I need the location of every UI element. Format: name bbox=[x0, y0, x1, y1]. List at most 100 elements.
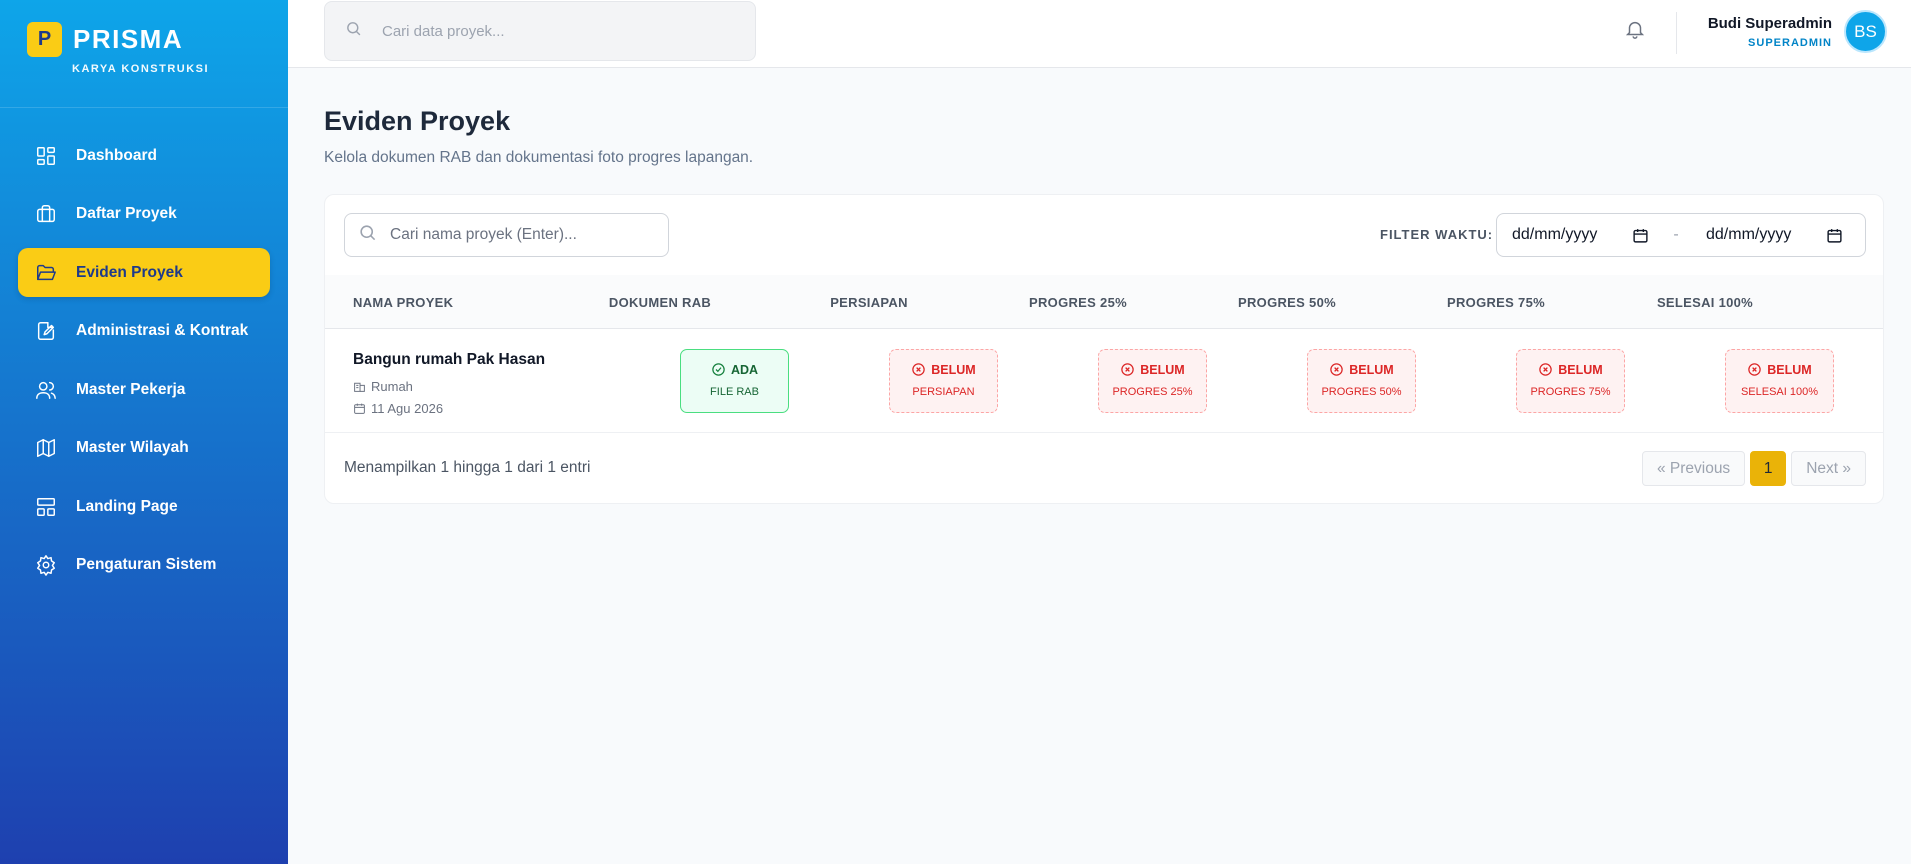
status-state: BELUM bbox=[1558, 362, 1603, 377]
sidebar-item-label: Administrasi & Kontrak bbox=[76, 322, 249, 339]
status-badge-progres-50[interactable]: BELUM PROGRES 50% bbox=[1307, 349, 1416, 413]
status-detail: SELESAI 100% bbox=[1740, 386, 1819, 398]
edit-document-icon bbox=[35, 320, 57, 342]
date-to-input[interactable]: dd/mm/yyyy bbox=[1691, 214, 1855, 256]
sidebar-item-label: Master Wilayah bbox=[76, 439, 189, 456]
status-badge-rab[interactable]: ADA FILE RAB bbox=[680, 349, 789, 413]
date-from-input[interactable]: dd/mm/yyyy bbox=[1497, 214, 1661, 256]
folder-open-icon bbox=[35, 262, 57, 284]
column-header: NAMA PROYEK bbox=[353, 295, 454, 310]
pagination-info: Menampilkan 1 hingga 1 dari 1 entri bbox=[344, 459, 591, 476]
status-state: BELUM bbox=[1140, 362, 1185, 377]
sidebar-item-daftar-proyek[interactable]: Daftar Proyek bbox=[18, 190, 270, 239]
x-circle-icon bbox=[1539, 363, 1553, 376]
calendar-icon[interactable] bbox=[1632, 227, 1649, 244]
sidebar-item-landing-page[interactable]: Landing Page bbox=[18, 482, 270, 531]
column-header: PERSIAPAN bbox=[830, 295, 908, 310]
status-detail: PROGRES 75% bbox=[1530, 386, 1611, 398]
status-detail: PERSIAPAN bbox=[912, 386, 975, 398]
topbar-divider bbox=[1676, 12, 1677, 54]
date-to-value: dd/mm/yyyy bbox=[1706, 226, 1792, 243]
check-circle-icon bbox=[712, 363, 725, 376]
status-badge-selesai-100[interactable]: BELUM SELESAI 100% bbox=[1725, 349, 1834, 413]
project-date-label: 11 Agu 2026 bbox=[371, 401, 444, 416]
user-menu[interactable]: Budi Superadmin SUPERADMIN BS bbox=[1708, 10, 1887, 53]
sidebar-item-label: Daftar Proyek bbox=[76, 205, 177, 222]
search-icon bbox=[345, 20, 362, 42]
project-search-input[interactable] bbox=[390, 226, 660, 244]
layout-icon bbox=[35, 496, 57, 518]
date-range: dd/mm/yyyy - dd/mm/yyyy bbox=[1496, 213, 1866, 257]
sidebar-item-pengaturan-sistem[interactable]: Pengaturan Sistem bbox=[18, 541, 270, 590]
main-content: Eviden Proyek Kelola dokumen RAB dan dok… bbox=[324, 68, 1884, 504]
sidebar-item-dashboard[interactable]: Dashboard bbox=[18, 131, 270, 180]
status-detail: PROGRES 25% bbox=[1112, 386, 1193, 398]
map-icon bbox=[35, 437, 57, 459]
search-icon bbox=[358, 223, 377, 247]
sidebar-item-label: Landing Page bbox=[76, 497, 178, 515]
user-name: Budi Superadmin bbox=[1707, 14, 1832, 32]
project-type-label: Rumah bbox=[371, 379, 413, 394]
global-search-input[interactable] bbox=[382, 22, 742, 40]
column-header: DOKUMEN RAB bbox=[608, 295, 712, 310]
topbar: Budi Superadmin SUPERADMIN BS bbox=[288, 0, 1911, 68]
x-circle-icon bbox=[912, 363, 926, 376]
calendar-icon[interactable] bbox=[1826, 227, 1843, 244]
next-page-button[interactable]: Next » bbox=[1791, 451, 1866, 486]
date-from-value: dd/mm/yyyy bbox=[1512, 226, 1598, 243]
user-role: SUPERADMIN bbox=[1748, 36, 1832, 49]
page-title: Eviden Proyek bbox=[324, 106, 511, 136]
status-state: BELUM bbox=[1767, 362, 1812, 377]
sidebar: P PRISMA KARYA KONSTRUKSI Dashboard Daft… bbox=[0, 0, 288, 864]
filter-time-label: FILTER WAKTU: bbox=[1380, 227, 1494, 242]
project-type: Rumah bbox=[353, 379, 413, 394]
status-detail: FILE RAB bbox=[710, 386, 759, 398]
sidebar-item-eviden-proyek[interactable]: Eviden Proyek bbox=[18, 248, 270, 297]
status-state: ADA bbox=[730, 362, 759, 377]
sidebar-item-administrasi-kontrak[interactable]: Administrasi & Kontrak bbox=[18, 307, 270, 356]
sidebar-item-label: Master Pekerja bbox=[76, 380, 186, 398]
brand-subtitle: KARYA KONSTRUKSI bbox=[72, 63, 210, 75]
x-circle-icon bbox=[1121, 363, 1135, 376]
sidebar-item-label: Pengaturan Sistem bbox=[76, 556, 217, 573]
gear-icon bbox=[35, 554, 57, 576]
project-name[interactable]: Bangun rumah Pak Hasan bbox=[353, 351, 545, 369]
status-state: BELUM bbox=[931, 362, 976, 377]
sidebar-item-label: Dashboard bbox=[76, 146, 157, 164]
status-badge-progres-75[interactable]: BELUM PROGRES 75% bbox=[1516, 349, 1625, 413]
pagination: « Previous 1 Next » bbox=[1641, 451, 1866, 486]
table-row: Bangun rumah Pak Hasan Rumah 11 Agu 2026… bbox=[325, 329, 1883, 433]
page-subtitle: Kelola dokumen RAB dan dokumentasi foto … bbox=[324, 149, 754, 166]
x-circle-icon bbox=[1748, 363, 1762, 376]
x-circle-icon bbox=[1330, 363, 1344, 376]
building-icon bbox=[354, 382, 365, 392]
sidebar-nav: Dashboard Daftar Proyek Eviden Proyek Ad… bbox=[0, 108, 288, 590]
previous-page-button[interactable]: « Previous bbox=[1641, 451, 1746, 486]
status-badge-progres-25[interactable]: BELUM PROGRES 25% bbox=[1098, 349, 1207, 413]
date-separator: - bbox=[1673, 226, 1679, 243]
brand-name[interactable]: PRISMA bbox=[73, 24, 183, 55]
dashboard-grid-icon bbox=[35, 145, 57, 167]
column-header: PROGRES 25% bbox=[1029, 295, 1127, 310]
table-header: NAMA PROYEK DOKUMEN RAB PERSIAPAN PROGRE… bbox=[325, 275, 1883, 329]
users-icon bbox=[35, 379, 57, 401]
sidebar-item-master-wilayah[interactable]: Master Wilayah bbox=[18, 424, 270, 473]
project-search[interactable] bbox=[344, 213, 669, 257]
sidebar-item-master-pekerja[interactable]: Master Pekerja bbox=[18, 365, 270, 414]
status-badge-persiapan[interactable]: BELUM PERSIAPAN bbox=[889, 349, 998, 413]
global-search[interactable] bbox=[324, 1, 756, 61]
avatar[interactable]: BS bbox=[1844, 10, 1887, 53]
bell-icon[interactable] bbox=[1624, 18, 1648, 42]
brand-logo[interactable]: P bbox=[27, 22, 62, 57]
status-detail: PROGRES 50% bbox=[1321, 386, 1402, 398]
column-header: SELESAI 100% bbox=[1656, 295, 1754, 310]
project-date: 11 Agu 2026 bbox=[353, 401, 443, 416]
page-button-current[interactable]: 1 bbox=[1750, 451, 1787, 486]
column-header: PROGRES 50% bbox=[1238, 295, 1336, 310]
status-state: BELUM bbox=[1349, 362, 1394, 377]
column-header: PROGRES 75% bbox=[1447, 295, 1545, 310]
calendar-icon bbox=[354, 403, 365, 414]
brand: P PRISMA KARYA KONSTRUKSI bbox=[0, 0, 288, 108]
sidebar-item-label: Eviden Proyek bbox=[76, 263, 183, 281]
briefcase-icon bbox=[35, 203, 57, 225]
